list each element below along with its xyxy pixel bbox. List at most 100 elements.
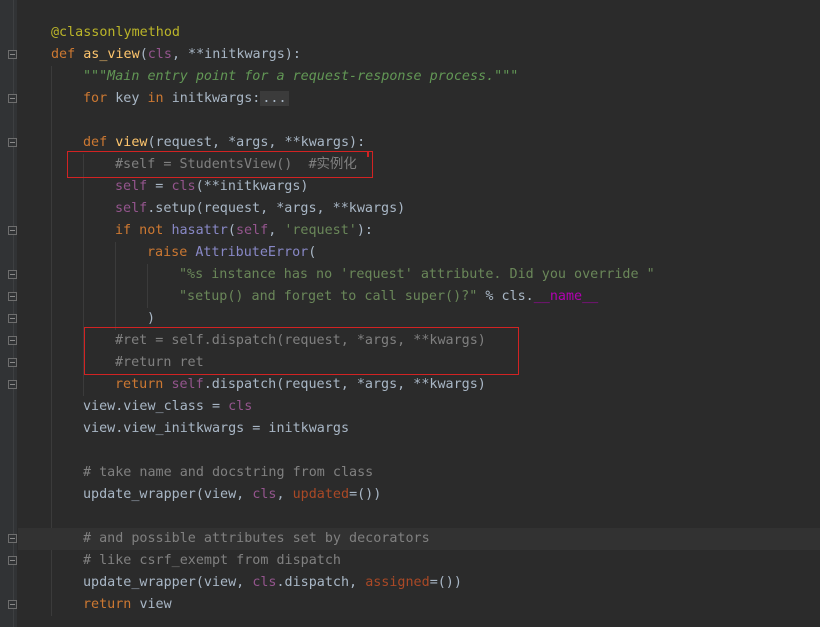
code-line[interactable]: # like csrf_exempt from dispatch	[18, 550, 820, 572]
code-token: initkwargs:	[171, 91, 261, 106]
code-token: .dispatch(request, *args, **kwargs)	[203, 377, 486, 392]
code-token: cls	[252, 487, 277, 502]
code-line-text: view.view_class = cls	[83, 396, 252, 418]
code-line-text: update_wrapper(view, cls.dispatch, assig…	[83, 572, 462, 594]
code-line[interactable]: "%s instance has no 'request' attribute.…	[18, 264, 820, 286]
code-line[interactable]: @classonlymethod	[18, 22, 820, 44]
code-line[interactable]: return view	[18, 594, 820, 616]
code-line[interactable]: view.view_initkwargs = initkwargs	[18, 418, 820, 440]
fold-icon[interactable]	[8, 534, 17, 543]
code-line-text: "setup() and forget to call super()?" % …	[179, 286, 598, 308]
code-line-text: for key in initkwargs:...	[83, 88, 289, 110]
code-token: ):	[356, 223, 373, 238]
code-token: .setup(request, *args, **kwargs)	[147, 201, 406, 216]
fold-icon[interactable]	[8, 380, 17, 389]
code-line-text: view.view_initkwargs = initkwargs	[83, 418, 349, 440]
code-token: as_view	[83, 47, 140, 62]
code-line-text: """Main entry point for a request-respon…	[83, 66, 518, 88]
code-token: updated	[292, 487, 350, 502]
code-line[interactable]: "setup() and forget to call super()?" % …	[18, 286, 820, 308]
code-token: update_wrapper(view,	[83, 575, 253, 590]
editor-gutter	[0, 0, 17, 627]
code-line[interactable]: raise AttributeError(	[18, 242, 820, 264]
code-token: )	[147, 311, 156, 326]
code-token: # and possible attributes set by decorat…	[83, 531, 430, 546]
code-line[interactable]	[18, 506, 820, 528]
code-token: @classonlymethod	[51, 25, 180, 40]
code-line[interactable]	[18, 440, 820, 462]
code-token: def	[51, 47, 84, 62]
fold-icon[interactable]	[8, 138, 17, 147]
code-token: =	[147, 179, 172, 194]
code-token: (	[139, 47, 148, 62]
fold-icon[interactable]	[8, 226, 17, 235]
code-line[interactable]: update_wrapper(view, cls.dispatch, assig…	[18, 572, 820, 594]
code-token: if not	[115, 223, 172, 238]
caret-mark	[367, 152, 369, 157]
code-line[interactable]: """Main entry point for a request-respon…	[18, 66, 820, 88]
code-token: (	[308, 245, 317, 260]
fold-icon[interactable]	[8, 270, 17, 279]
fold-icon[interactable]	[8, 600, 17, 609]
code-token: (request, *args, **kwargs):	[147, 135, 366, 150]
code-line[interactable]	[18, 110, 820, 132]
code-line-text: # take name and docstring from class	[83, 462, 373, 484]
fold-icon[interactable]	[8, 314, 17, 323]
code-token: "%s instance has no 'request' attribute.…	[179, 267, 655, 282]
code-editor[interactable]: @classonlymethod def as_view(cls, **initk…	[18, 0, 820, 627]
code-line-text: def as_view(cls, **initkwargs):	[51, 44, 301, 66]
code-token: hasattr	[171, 223, 228, 238]
code-token: self	[171, 377, 204, 392]
code-token: __name__	[533, 289, 599, 304]
highlight-box-return	[84, 327, 519, 375]
code-line[interactable]: self = cls(**initkwargs)	[18, 176, 820, 198]
code-token: (	[227, 223, 236, 238]
code-line[interactable]: view.view_class = cls	[18, 396, 820, 418]
code-token: assigned	[365, 575, 430, 590]
code-line[interactable]: for key in initkwargs:...	[18, 88, 820, 110]
code-token: return	[83, 597, 140, 612]
fold-icon[interactable]	[8, 94, 17, 103]
code-line[interactable]: if not hasattr(self, 'request'):	[18, 220, 820, 242]
code-token: =())	[429, 575, 462, 590]
code-token: "setup() and forget to call super()?"	[179, 289, 478, 304]
code-token: return	[115, 377, 172, 392]
code-line-text: self.setup(request, *args, **kwargs)	[115, 198, 405, 220]
code-line[interactable]: self.setup(request, *args, **kwargs)	[18, 198, 820, 220]
code-line-text: # and possible attributes set by decorat…	[83, 528, 430, 550]
code-line[interactable]: return self.dispatch(request, *args, **k…	[18, 374, 820, 396]
code-token: view.view_initkwargs = initkwargs	[83, 421, 350, 436]
code-token: self	[115, 179, 148, 194]
code-token: in	[147, 91, 172, 106]
code-line-text: # like csrf_exempt from dispatch	[83, 550, 341, 572]
fold-icon[interactable]	[8, 358, 17, 367]
code-line[interactable]: def as_view(cls, **initkwargs):	[18, 44, 820, 66]
code-token: =())	[349, 487, 382, 502]
code-token: ...	[260, 91, 289, 106]
fold-icon[interactable]	[8, 556, 17, 565]
fold-icon[interactable]	[8, 292, 17, 301]
fold-icon[interactable]	[8, 50, 17, 59]
code-line[interactable]: # and possible attributes set by decorat…	[18, 528, 820, 550]
code-line-text: update_wrapper(view, cls, updated=())	[83, 484, 381, 506]
code-token: .dispatch,	[276, 575, 366, 590]
code-token: raise	[147, 245, 196, 260]
code-line-text: return self.dispatch(request, *args, **k…	[115, 374, 486, 396]
code-token: update_wrapper(view,	[83, 487, 253, 502]
code-token: # take name and docstring from class	[83, 465, 374, 480]
code-token: (**initkwargs)	[195, 179, 309, 194]
code-line[interactable]: # take name and docstring from class	[18, 462, 820, 484]
code-token: # like csrf_exempt from dispatch	[83, 553, 341, 568]
code-token: cls	[228, 399, 253, 414]
code-line[interactable]: update_wrapper(view, cls, updated=())	[18, 484, 820, 506]
highlight-box-instantiation	[67, 151, 373, 178]
code-token: view.view_class =	[83, 399, 229, 414]
code-token: cls	[147, 47, 172, 62]
fold-icon[interactable]	[8, 336, 17, 345]
code-line-text: return view	[83, 594, 172, 616]
code-token: view	[139, 597, 172, 612]
code-line-text: @classonlymethod	[51, 22, 180, 44]
code-line-text: raise AttributeError(	[147, 242, 316, 264]
code-token: 'request'	[284, 223, 357, 238]
code-token: for	[83, 91, 116, 106]
